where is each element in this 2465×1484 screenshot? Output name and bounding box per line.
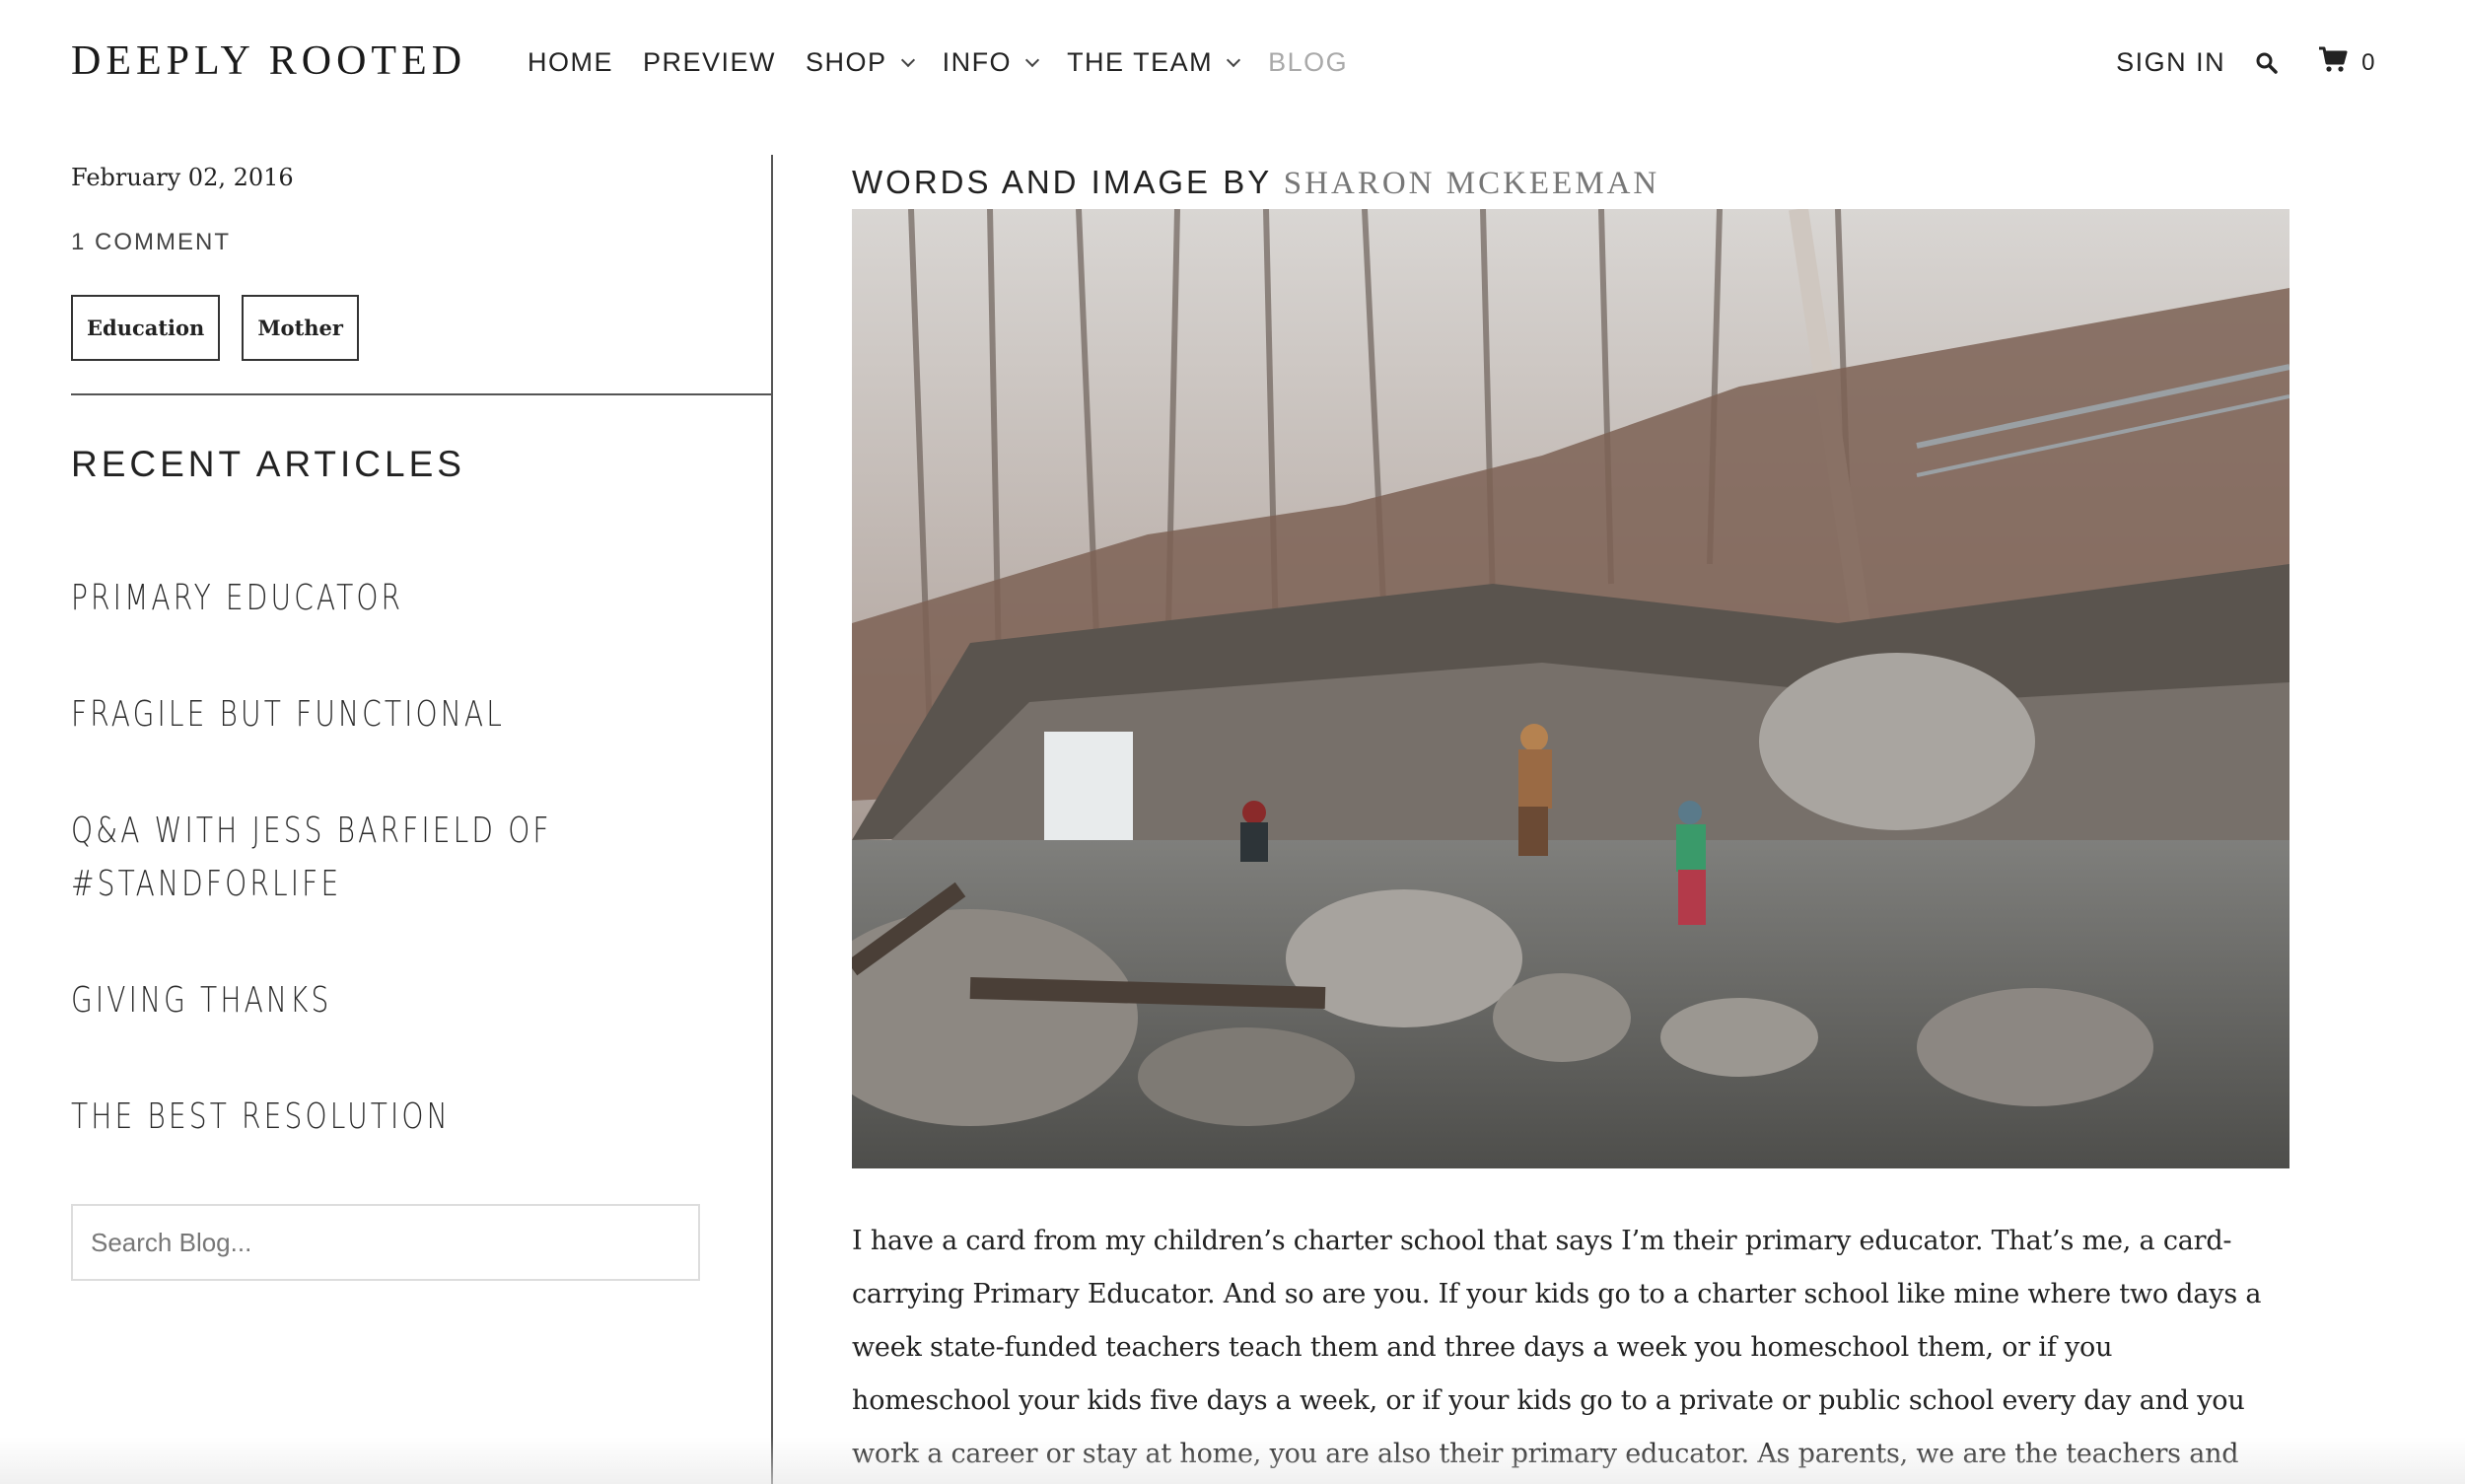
sign-in-link[interactable]: SIGN IN [2116,47,2225,78]
recent-article-link[interactable]: GIVING THANKS [71,974,701,1027]
nav-the-team-label: THE TEAM [1067,47,1214,77]
recent-article-link[interactable]: PRIMARY EDUCATOR [71,572,701,625]
chevron-down-icon [900,52,915,67]
article-byline: WORDS AND IMAGE BY SHARON MCKEEMAN [852,164,1659,202]
tag-mother[interactable]: Mother [242,295,359,361]
column-divider [771,155,773,1484]
nav-home-label: HOME [528,47,613,77]
chevron-down-icon [1024,52,1040,67]
main-nav: HOME PREVIEW SHOP INFO THE TEAM BLOG [528,47,1377,78]
article-body: I have a card from my children’s charter… [852,1226,2262,1469]
recent-article-link[interactable]: THE BEST RESOLUTION [71,1091,701,1144]
nav-the-team[interactable]: THE TEAM [1067,47,1241,78]
byline-prefix: WORDS AND IMAGE BY [852,164,1284,200]
chevron-down-icon [1227,52,1241,67]
nav-home[interactable]: HOME [528,47,613,78]
recent-articles-list: PRIMARY EDUCATOR FRAGILE BUT FUNCTIONAL … [71,572,702,1207]
cart-count: 0 [2361,48,2376,76]
cart-icon [2318,45,2348,80]
nav-shop[interactable]: SHOP [806,47,915,78]
nav-info-label: INFO [942,47,1013,77]
search-icon[interactable] [2255,51,2279,75]
sidebar-divider [71,393,771,395]
nav-shop-label: SHOP [806,47,887,77]
tag-list: Education Mother [71,295,381,361]
comments-link[interactable]: 1 COMMENT [71,229,231,256]
recent-article-link[interactable]: FRAGILE BUT FUNCTIONAL [71,688,701,742]
nav-preview-label: PREVIEW [643,47,777,77]
post-date: February 02, 2016 [71,164,294,191]
header-actions: SIGN IN 0 [2116,45,2376,80]
author-link[interactable]: SHARON MCKEEMAN [1284,166,1659,201]
hero-image [852,209,2289,1168]
recent-article-link[interactable]: Q&A WITH JESS BARFIELD OF #STANDFORLIFE [71,805,701,911]
cart-button[interactable]: 0 [2318,45,2376,80]
recent-articles-heading: RECENT ARTICLES [71,444,465,484]
nav-preview[interactable]: PREVIEW [643,47,776,78]
nav-blog-label: BLOG [1268,47,1349,77]
nav-blog[interactable]: BLOG [1268,47,1348,78]
nav-info[interactable]: INFO [942,47,1040,78]
blog-search-input[interactable] [71,1204,700,1281]
site-logo[interactable]: DEEPLY ROOTED [71,37,466,85]
tag-education[interactable]: Education [71,295,221,361]
